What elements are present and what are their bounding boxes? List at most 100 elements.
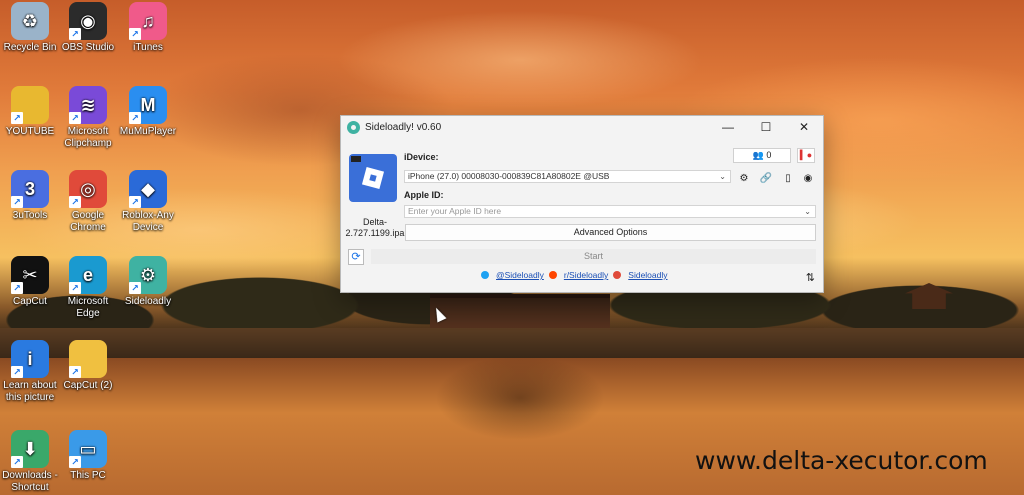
website-link[interactable]: Sideloadly xyxy=(628,270,667,280)
desktop-icon-label: YOUTUBE xyxy=(5,126,55,137)
desktop-icon-microsoft-clipchamp[interactable]: ≋ ↗ Microsoft Clipchamp xyxy=(58,86,118,150)
obs-icon: ◉ ↗ xyxy=(69,2,107,40)
desktop-icon-label: Learn about this picture xyxy=(3,380,57,403)
patreon-icon: ▍● xyxy=(799,150,813,160)
desktop-icon-youtube[interactable]: ↗ YOUTUBE xyxy=(0,86,60,138)
title-bar[interactable]: Sideloadly! v0.60 — ☐ ✕ xyxy=(341,116,823,138)
idevice-value: iPhone (27.0) 00008030-000839C81A80802E … xyxy=(408,171,610,181)
idevice-select[interactable]: iPhone (27.0) 00008030-000839C81A80802E … xyxy=(404,170,731,183)
mumuplayer-icon: M ↗ xyxy=(129,86,167,124)
phone-icon: ▯ xyxy=(785,172,791,184)
desktop-icon-3utools[interactable]: 3 ↗ 3uTools xyxy=(0,170,60,222)
3utools-icon: 3 ↗ xyxy=(11,170,49,208)
clipchamp-icon: ≋ ↗ xyxy=(69,86,107,124)
eye-slash-icon: ◉ xyxy=(803,172,813,184)
shortcut-arrow-icon: ↗ xyxy=(69,28,81,40)
monitor-icon: ▭ ↗ xyxy=(69,430,107,468)
advanced-options-button[interactable]: Advanced Options xyxy=(405,224,816,241)
desktop-icon-this-pc[interactable]: ▭ ↗ This PC xyxy=(58,430,118,482)
desktop-icon-recycle-bin[interactable]: ♻ Recycle Bin xyxy=(0,2,60,54)
desktop-icon-itunes[interactable]: ♫ ↗ iTunes xyxy=(118,2,178,54)
sideloadly-icon: ⚙ ↗ xyxy=(129,256,167,294)
twitter-link[interactable]: @Sideloadly xyxy=(496,270,544,280)
desktop-icon-label: Downloads - Shortcut xyxy=(2,470,58,493)
start-button[interactable]: Start xyxy=(371,249,816,264)
people-icon: 👥 xyxy=(752,150,767,160)
refresh-button[interactable]: ⟳ xyxy=(348,249,364,265)
app-badge-icon xyxy=(351,156,361,162)
shortcut-arrow-icon: ↗ xyxy=(11,112,23,124)
shortcut-arrow-icon: ↗ xyxy=(69,282,81,294)
shortcut-arrow-icon: ↗ xyxy=(69,196,81,208)
desktop-icon-capcut-2-[interactable]: ↗ CapCut (2) xyxy=(58,340,118,392)
info-icon: i ↗ xyxy=(11,340,49,378)
ipa-filename: Delta-2.727.1199.ipa xyxy=(345,217,405,238)
shortcut-arrow-icon: ↗ xyxy=(11,456,23,468)
itunes-icon: ♫ ↗ xyxy=(129,2,167,40)
ipa-icon[interactable] xyxy=(349,154,397,202)
desktop-icon-downloads-shortcut[interactable]: ⬇ ↗ Downloads - Shortcut xyxy=(0,430,60,494)
settings-button[interactable]: ⚙ xyxy=(735,171,753,185)
desktop-icon-google-chrome[interactable]: ◎ ↗ Google Chrome xyxy=(58,170,118,234)
desktop-icon-label: CapCut (2) xyxy=(63,380,113,391)
desktop-icon-label: Google Chrome xyxy=(70,210,106,233)
hide-button[interactable]: ◉ xyxy=(799,171,817,185)
apple-id-label: Apple ID: xyxy=(404,190,444,200)
device-counter[interactable]: 👥 0 xyxy=(733,148,791,163)
folder-icon: ↗ xyxy=(11,86,49,124)
shortcut-arrow-icon: ↗ xyxy=(129,196,141,208)
desktop-icon-label: Microsoft Edge xyxy=(67,296,109,319)
edge-icon: e ↗ xyxy=(69,256,107,294)
twitter-icon xyxy=(481,271,489,279)
device-count: 0 xyxy=(766,150,772,160)
shortcut-arrow-icon: ↗ xyxy=(69,366,81,378)
patreon-button[interactable]: ▍● xyxy=(797,148,815,163)
sort-toggle-icon[interactable]: ⇅ xyxy=(806,271,815,284)
folder-icon: ↗ xyxy=(69,340,107,378)
desktop-icon-label: iTunes xyxy=(133,42,163,53)
desktop-icon-microsoft-edge[interactable]: e ↗ Microsoft Edge xyxy=(58,256,118,320)
website-icon xyxy=(613,271,622,279)
desktop-icon-sideloadly[interactable]: ⚙ ↗ Sideloadly xyxy=(118,256,178,308)
social-links: @Sideloadly r/Sideloadly Sideloadly xyxy=(481,270,668,280)
chevron-down-icon: ⌄ xyxy=(804,207,811,216)
desktop-icon-capcut[interactable]: ✂ ↗ CapCut xyxy=(0,256,60,308)
desktop-icon-label: Roblox-Any Device xyxy=(122,210,174,233)
close-button[interactable]: ✕ xyxy=(785,116,823,138)
chevron-down-icon: ⌄ xyxy=(719,172,726,181)
desktop-icon-mumuplayer[interactable]: M ↗ MuMuPlayer xyxy=(118,86,178,138)
wallpaper-wall xyxy=(0,328,1024,358)
reddit-link[interactable]: r/Sideloadly xyxy=(564,270,608,280)
idevice-label: iDevice: xyxy=(404,152,439,162)
refresh-icon: ⟳ xyxy=(351,251,361,263)
shortcut-arrow-icon: ↗ xyxy=(11,366,23,378)
shortcut-arrow-icon: ↗ xyxy=(129,28,141,40)
desktop-icon-label: Sideloadly xyxy=(124,296,172,307)
shortcut-arrow-icon: ↗ xyxy=(129,112,141,124)
desktop-icon-label: OBS Studio xyxy=(61,42,115,53)
link-icon: 🔗 xyxy=(759,172,773,184)
minimize-button[interactable]: — xyxy=(709,116,747,138)
desktop-icon-obs-studio[interactable]: ◉ ↗ OBS Studio xyxy=(58,2,118,54)
desktop-icon-label: CapCut xyxy=(13,296,47,307)
link-button[interactable]: 🔗 xyxy=(757,171,775,185)
desktop-icon-roblox-any-device[interactable]: ◆ ↗ Roblox-Any Device xyxy=(118,170,178,234)
device-button[interactable]: ▯ xyxy=(779,171,797,185)
apple-id-placeholder: Enter your Apple ID here xyxy=(408,206,502,216)
desktop-icon-label: MuMuPlayer xyxy=(119,126,177,137)
sideloadly-logo-icon xyxy=(347,120,360,134)
sideloadly-window: Sideloadly! v0.60 — ☐ ✕ Delta-2.727.1199… xyxy=(340,115,824,293)
roblox-logo-icon xyxy=(361,166,385,190)
chrome-icon: ◎ ↗ xyxy=(69,170,107,208)
capcut-icon: ✂ ↗ xyxy=(11,256,49,294)
downloads-folder-icon: ⬇ ↗ xyxy=(11,430,49,468)
gear-icon: ⚙ xyxy=(739,172,749,184)
desktop-icon-learn-about-this-picture[interactable]: i ↗ Learn about this picture xyxy=(0,340,60,404)
roblox-icon: ◆ ↗ xyxy=(129,170,167,208)
desktop-icon-label: Microsoft Clipchamp xyxy=(64,126,112,149)
maximize-button[interactable]: ☐ xyxy=(747,116,785,138)
desktop-icon-label: 3uTools xyxy=(12,210,48,221)
apple-id-input[interactable]: Enter your Apple ID here ⌄ xyxy=(404,205,816,218)
shortcut-arrow-icon: ↗ xyxy=(11,196,23,208)
reddit-icon xyxy=(548,271,557,279)
